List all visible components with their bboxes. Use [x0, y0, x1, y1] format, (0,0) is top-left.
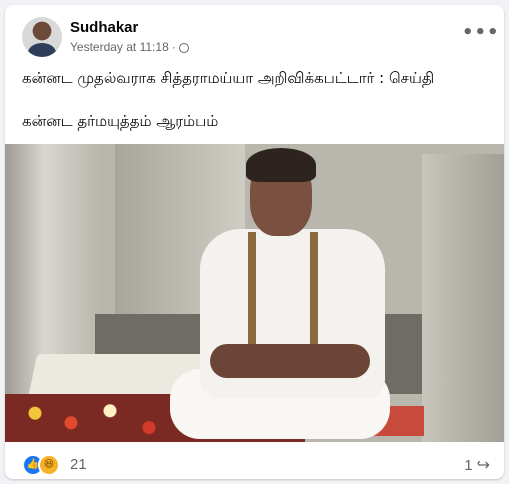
- more-options-icon[interactable]: •••: [462, 21, 499, 49]
- photo-man-stole: [248, 232, 318, 362]
- share-count: 1: [464, 457, 473, 474]
- post-photo[interactable]: [5, 144, 504, 442]
- author-avatar[interactable]: [22, 17, 62, 57]
- photo-man-arms: [210, 344, 370, 378]
- post-timestamp[interactable]: Yesterday at 11:18: [70, 40, 169, 54]
- post-text-line-1: கன்னட முதல்வராக சித்தராமய்யா அறிவிக்கபட்…: [22, 69, 435, 87]
- share-summary[interactable]: 1 ↪: [464, 455, 490, 475]
- post-meta: Yesterday at 11:18 ·: [70, 40, 189, 54]
- post-card: Sudhakar Yesterday at 11:18 · ••• கன்னட ம…: [5, 5, 504, 479]
- photo-seated-man: [170, 148, 390, 439]
- photo-pillar-right: [422, 154, 504, 442]
- meta-separator: ·: [171, 40, 176, 54]
- globe-icon: [178, 43, 189, 53]
- avatar-figure: [28, 43, 56, 57]
- haha-icon: 😆: [38, 454, 60, 476]
- post-text-line-2: கன்னட தர்மயுத்தம் ஆரம்பம்: [22, 112, 219, 130]
- author-name[interactable]: Sudhakar: [70, 19, 138, 36]
- photo-man-hair: [246, 148, 316, 182]
- reaction-count: 21: [70, 456, 87, 473]
- share-arrow-icon: ↪: [476, 457, 490, 474]
